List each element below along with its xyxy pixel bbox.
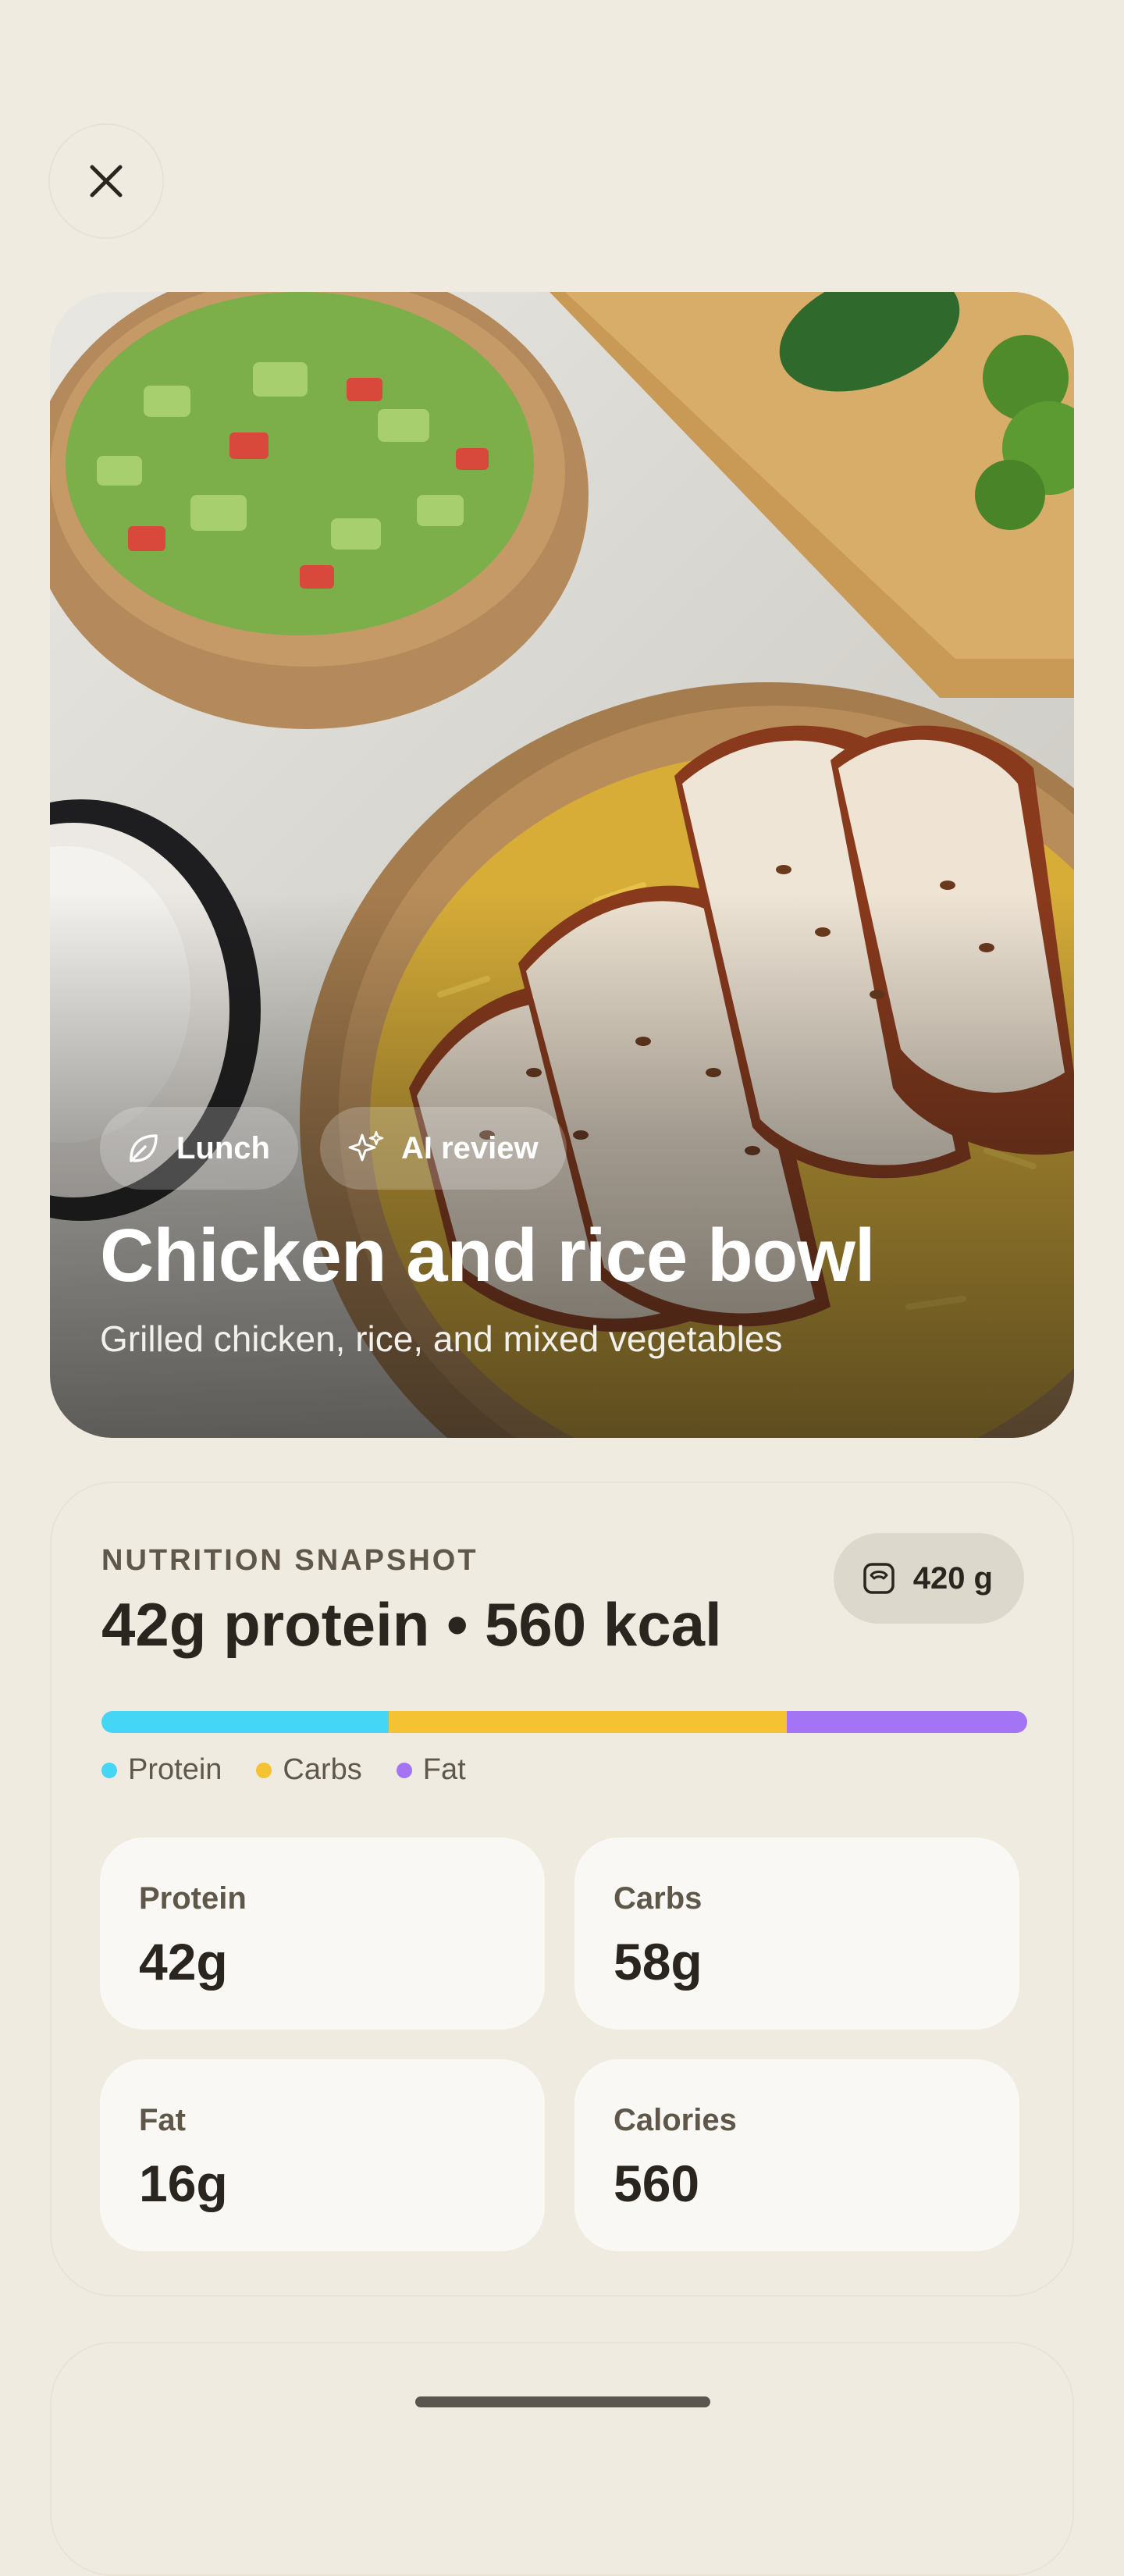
meal-hero-card: Lunch AI review Chicken and rice bowl Gr… bbox=[50, 292, 1074, 1438]
tile-carbs-label: Carbs bbox=[614, 1881, 702, 1916]
legend-item-protein: Protein bbox=[101, 1753, 222, 1787]
section-label: NUTRITION SNAPSHOT bbox=[101, 1544, 478, 1577]
tile-calories-label: Calories bbox=[614, 2103, 737, 2137]
tile-calories: Calories 560 bbox=[574, 2059, 1019, 2251]
chip-ai-review[interactable]: AI review bbox=[319, 1107, 567, 1190]
legend-item-carbs: Carbs bbox=[256, 1753, 362, 1787]
home-indicator[interactable] bbox=[415, 2396, 710, 2407]
sparkles-icon bbox=[348, 1130, 384, 1162]
macro-segment-carbs bbox=[388, 1711, 787, 1733]
weight-value: 420 g bbox=[912, 1560, 993, 1596]
legend-dot-fat bbox=[396, 1762, 412, 1778]
macro-split-bar bbox=[101, 1711, 1027, 1733]
nutrition-snapshot-card: NUTRITION SNAPSHOT 42g protein • 560 kca… bbox=[50, 1482, 1074, 2297]
legend-item-fat: Fat bbox=[396, 1753, 466, 1787]
legend-label-carbs: Carbs bbox=[283, 1753, 362, 1786]
close-button[interactable] bbox=[48, 123, 164, 239]
chip-ai-review-label: AI review bbox=[400, 1130, 539, 1165]
tile-carbs: Carbs 58g bbox=[574, 1838, 1019, 2030]
meal-tags: Lunch AI review bbox=[100, 1107, 567, 1190]
tile-fat-label: Fat bbox=[139, 2103, 186, 2137]
leaf-icon bbox=[130, 1134, 158, 1162]
legend-dot-protein bbox=[101, 1762, 117, 1778]
tile-protein: Protein 42g bbox=[100, 1838, 545, 2030]
tile-protein-label: Protein bbox=[139, 1881, 247, 1916]
tile-fat-value: 16g bbox=[139, 2154, 228, 2212]
tile-protein-value: 42g bbox=[139, 1933, 228, 1991]
meal-title: Chicken and rice bowl bbox=[100, 1214, 876, 1297]
legend-label-protein: Protein bbox=[128, 1753, 222, 1786]
next-section-card bbox=[50, 2342, 1074, 2576]
macro-segment-protein bbox=[101, 1711, 389, 1733]
meal-description: Grilled chicken, rice, and mixed vegetab… bbox=[100, 1318, 783, 1359]
macro-segment-fat bbox=[786, 1711, 1027, 1733]
weight-badge[interactable]: 420 g bbox=[833, 1533, 1024, 1624]
legend-dot-carbs bbox=[256, 1762, 272, 1778]
tile-fat: Fat 16g bbox=[100, 2059, 545, 2251]
close-icon bbox=[90, 165, 123, 197]
macro-legend: Protein Carbs Fat bbox=[101, 1753, 466, 1787]
legend-label-fat: Fat bbox=[422, 1753, 466, 1786]
tile-carbs-value: 58g bbox=[614, 1933, 702, 1991]
scale-icon bbox=[863, 1563, 895, 1594]
chip-lunch[interactable]: Lunch bbox=[100, 1107, 298, 1190]
nutrition-headline: 42g protein • 560 kcal bbox=[101, 1590, 722, 1659]
chip-lunch-label: Lunch bbox=[176, 1130, 270, 1165]
tile-calories-value: 560 bbox=[614, 2154, 700, 2212]
